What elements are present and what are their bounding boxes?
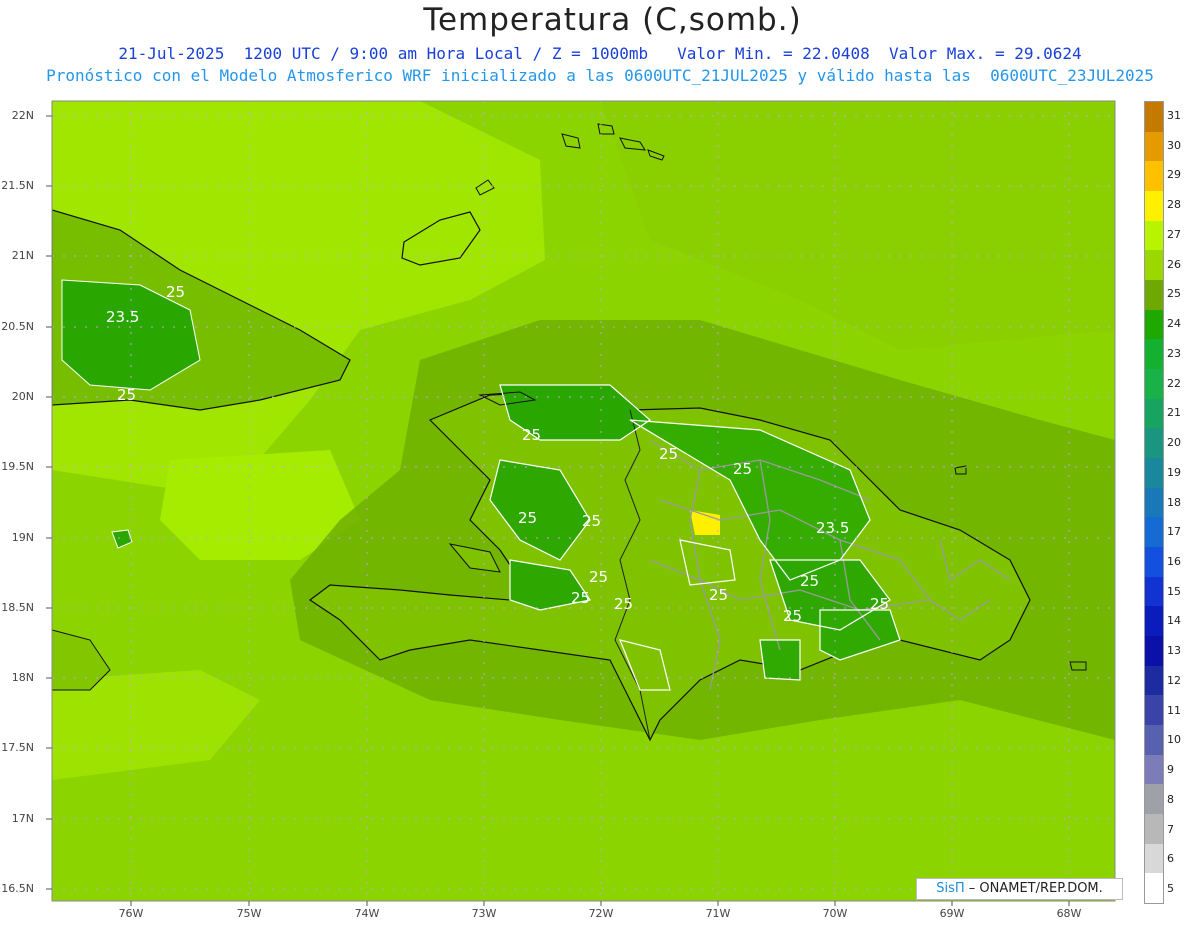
- colorbar-label: 25: [1167, 287, 1181, 301]
- colorbar-segment: [1145, 487, 1163, 518]
- credit-text: – ONAMET/REP.DOM.: [968, 881, 1103, 896]
- colorbar-segment: [1145, 695, 1163, 726]
- colorbar-label: 24: [1167, 317, 1181, 331]
- colorbar-label: 8: [1167, 792, 1174, 806]
- colorbar-segment: [1145, 458, 1163, 488]
- contour-label: 25: [800, 572, 819, 590]
- colorbar-segment: [1145, 606, 1163, 637]
- colorbar-segment: [1145, 102, 1163, 132]
- lon-label: 68W: [1056, 907, 1082, 920]
- lat-label: 16.5N: [1, 882, 34, 895]
- contour-label: 25: [166, 283, 185, 301]
- cold-patch-south: [760, 640, 800, 680]
- contour-label: 25: [659, 445, 678, 463]
- colorbar-segment: [1145, 547, 1163, 577]
- colorbar-label: 17: [1167, 525, 1181, 539]
- colorbar-label: 31: [1167, 108, 1181, 122]
- lat-label: 19N: [11, 531, 34, 544]
- sispi-logo-text: SisΠ: [936, 881, 965, 896]
- lon-label: 72W: [588, 907, 614, 920]
- lat-label: 21N: [11, 249, 34, 262]
- colorbar-label: 23: [1167, 346, 1181, 360]
- colorbar-label: 14: [1167, 614, 1181, 628]
- colorbar-segment: [1145, 339, 1163, 370]
- colorbar-label: 16: [1167, 554, 1181, 568]
- colorbar-segment: [1145, 220, 1163, 251]
- credit-box: SisΠ – ONAMET/REP.DOM.: [916, 878, 1123, 900]
- colorbar-segment: [1145, 250, 1163, 281]
- lat-label: 19.5N: [1, 460, 34, 473]
- lon-label: 76W: [118, 907, 144, 920]
- contour-label: 25: [117, 386, 136, 404]
- colorbar-segment: [1145, 309, 1163, 340]
- lat-label: 18N: [11, 671, 34, 684]
- colorbar-label: 11: [1167, 703, 1181, 717]
- colorbar-segment: [1145, 131, 1163, 162]
- lon-label: 71W: [705, 907, 731, 920]
- lat-label: 22N: [11, 109, 34, 122]
- colorbar-label: 30: [1167, 138, 1181, 152]
- contour-label: 25: [582, 512, 601, 530]
- colorbar-label: 27: [1167, 227, 1181, 241]
- colorbar-label: 29: [1167, 168, 1181, 182]
- colorbar-segment: [1145, 428, 1163, 459]
- colorbar-label: 20: [1167, 436, 1181, 450]
- lon-label: 74W: [354, 907, 380, 920]
- colorbar: [1144, 101, 1164, 904]
- contour-label: 25: [783, 607, 802, 625]
- colorbar-label: 18: [1167, 495, 1181, 509]
- contour-label: 23.5: [816, 519, 849, 537]
- lon-label: 69W: [939, 907, 965, 920]
- colorbar-label: 26: [1167, 257, 1181, 271]
- colorbar-label: 15: [1167, 584, 1181, 598]
- contour-label: 25: [571, 589, 590, 607]
- lat-label: 20.5N: [1, 320, 34, 333]
- lat-label: 21.5N: [1, 179, 34, 192]
- lat-label: 20N: [11, 390, 34, 403]
- colorbar-label: 7: [1167, 822, 1174, 836]
- colorbar-label: 9: [1167, 763, 1174, 777]
- colorbar-segment: [1145, 398, 1163, 429]
- colorbar-label: 22: [1167, 376, 1181, 390]
- temperature-map: 23.5 25 25 25 25 25 25 25 25 25 25 23.5 …: [46, 100, 1116, 906]
- lon-label: 75W: [236, 907, 262, 920]
- colorbar-segment: [1145, 843, 1163, 874]
- contour-label: 23.5: [106, 308, 139, 326]
- contour-label: 25: [589, 568, 608, 586]
- colorbar-segment: [1145, 784, 1163, 815]
- colorbar-segment: [1145, 665, 1163, 696]
- colorbar-segment: [1145, 161, 1163, 192]
- lon-label: 73W: [471, 907, 497, 920]
- contour-label: 25: [709, 586, 728, 604]
- colorbar-segment: [1145, 369, 1163, 399]
- colorbar-segment: [1145, 873, 1163, 904]
- colorbar-label: 6: [1167, 852, 1174, 866]
- lat-label: 18.5N: [1, 601, 34, 614]
- contour-label: 25: [522, 426, 541, 444]
- colorbar-label: 12: [1167, 673, 1181, 687]
- colorbar-segment: [1145, 517, 1163, 548]
- colorbar-label: 13: [1167, 644, 1181, 658]
- lat-label: 17N: [11, 812, 34, 825]
- contour-label: 25: [733, 460, 752, 478]
- contour-label: 25: [870, 595, 889, 613]
- colorbar-segment: [1145, 814, 1163, 844]
- colorbar-segment: [1145, 636, 1163, 666]
- colorbar-label: 19: [1167, 465, 1181, 479]
- colorbar-segment: [1145, 280, 1163, 310]
- colorbar-segment: [1145, 754, 1163, 785]
- lat-label: 17.5N: [1, 741, 34, 754]
- colorbar-label: 21: [1167, 406, 1181, 420]
- colorbar-label: 10: [1167, 733, 1181, 747]
- colorbar-label: 28: [1167, 198, 1181, 212]
- lon-label: 70W: [822, 907, 848, 920]
- colorbar-segment: [1145, 191, 1163, 221]
- colorbar-segment: [1145, 576, 1163, 607]
- contour-label: 25: [518, 509, 537, 527]
- contour-label: 25: [614, 595, 633, 613]
- colorbar-segment: [1145, 725, 1163, 755]
- colorbar-label: 5: [1167, 882, 1174, 896]
